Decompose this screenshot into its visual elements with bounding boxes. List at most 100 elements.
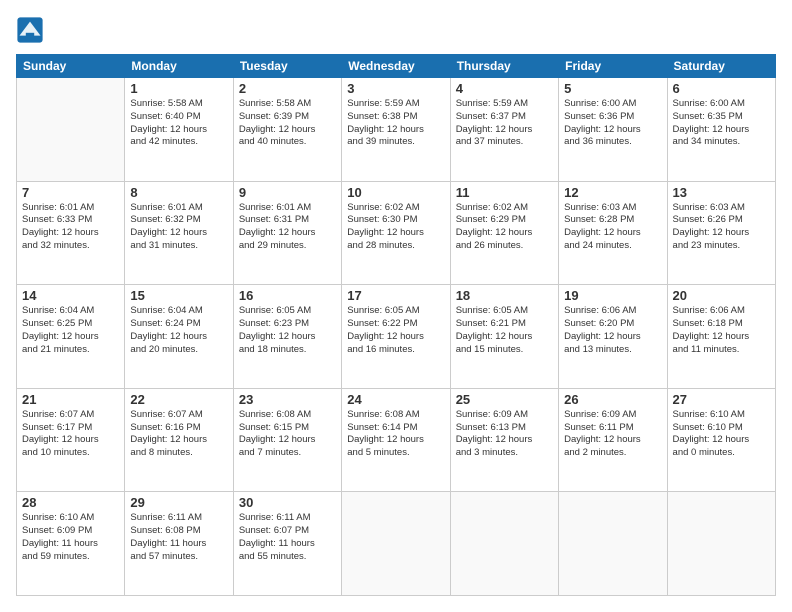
calendar-cell: 23 Sunrise: 6:08 AM Sunset: 6:15 PM Dayli… bbox=[233, 388, 341, 492]
calendar-cell: 19 Sunrise: 6:06 AM Sunset: 6:20 PM Dayli… bbox=[559, 285, 667, 389]
calendar-week-2: 7 Sunrise: 6:01 AM Sunset: 6:33 PM Daylig… bbox=[17, 181, 776, 285]
day-info: Sunrise: 6:06 AM Sunset: 6:18 PM Dayligh… bbox=[673, 305, 770, 356]
calendar-cell: 3Sunrise: 5:59 AM Sunset: 6:38 PM Daylig… bbox=[342, 78, 450, 182]
calendar-cell: 27 Sunrise: 6:10 AM Sunset: 6:10 PM Dayli… bbox=[667, 388, 775, 492]
day-number: 6 bbox=[673, 81, 770, 96]
weekday-header-wednesday: Wednesday bbox=[342, 55, 450, 78]
calendar-cell: 29 Sunrise: 6:11 AM Sunset: 6:08 PM Dayli… bbox=[125, 492, 233, 596]
calendar-cell: 8 Sunrise: 6:01 AM Sunset: 6:32 PM Daylig… bbox=[125, 181, 233, 285]
day-number: 16 bbox=[239, 288, 336, 303]
calendar-cell: 16Sunrise: 6:05 AM Sunset: 6:23 PM Dayli… bbox=[233, 285, 341, 389]
day-number: 13 bbox=[673, 185, 770, 200]
calendar-week-1: 1 Sunrise: 5:58 AM Sunset: 6:40 PM Daylig… bbox=[17, 78, 776, 182]
day-number: 17 bbox=[347, 288, 444, 303]
day-info: Sunrise: 6:01 AM Sunset: 6:33 PM Dayligh… bbox=[22, 202, 119, 253]
calendar-cell bbox=[667, 492, 775, 596]
day-number: 14 bbox=[22, 288, 119, 303]
day-number: 28 bbox=[22, 495, 119, 510]
day-info: Sunrise: 6:09 AM Sunset: 6:13 PM Dayligh… bbox=[456, 409, 553, 460]
day-number: 10 bbox=[347, 185, 444, 200]
day-info: Sunrise: 6:09 AM Sunset: 6:11 PM Dayligh… bbox=[564, 409, 661, 460]
calendar-week-5: 28 Sunrise: 6:10 AM Sunset: 6:09 PM Dayli… bbox=[17, 492, 776, 596]
calendar-cell: 26Sunrise: 6:09 AM Sunset: 6:11 PM Dayli… bbox=[559, 388, 667, 492]
calendar-cell: 2 Sunrise: 5:58 AM Sunset: 6:39 PM Daylig… bbox=[233, 78, 341, 182]
day-info: Sunrise: 6:11 AM Sunset: 6:08 PM Dayligh… bbox=[130, 512, 227, 563]
day-number: 5 bbox=[564, 81, 661, 96]
day-number: 9 bbox=[239, 185, 336, 200]
weekday-header-monday: Monday bbox=[125, 55, 233, 78]
calendar-cell: 25 Sunrise: 6:09 AM Sunset: 6:13 PM Dayli… bbox=[450, 388, 558, 492]
calendar-header: SundayMondayTuesdayWednesdayThursdayFrid… bbox=[17, 55, 776, 78]
logo-icon bbox=[16, 16, 44, 44]
calendar-cell: 17 Sunrise: 6:05 AM Sunset: 6:22 PM Dayli… bbox=[342, 285, 450, 389]
calendar-cell: 6 Sunrise: 6:00 AM Sunset: 6:35 PM Daylig… bbox=[667, 78, 775, 182]
day-info: Sunrise: 6:10 AM Sunset: 6:10 PM Dayligh… bbox=[673, 409, 770, 460]
day-info: Sunrise: 6:00 AM Sunset: 6:36 PM Dayligh… bbox=[564, 98, 661, 149]
weekday-header-friday: Friday bbox=[559, 55, 667, 78]
calendar-cell: 30Sunrise: 6:11 AM Sunset: 6:07 PM Dayli… bbox=[233, 492, 341, 596]
calendar-cell: 15 Sunrise: 6:04 AM Sunset: 6:24 PM Dayli… bbox=[125, 285, 233, 389]
calendar-table: SundayMondayTuesdayWednesdayThursdayFrid… bbox=[16, 54, 776, 596]
day-number: 2 bbox=[239, 81, 336, 96]
day-info: Sunrise: 6:00 AM Sunset: 6:35 PM Dayligh… bbox=[673, 98, 770, 149]
day-number: 18 bbox=[456, 288, 553, 303]
calendar-cell: 4Sunrise: 5:59 AM Sunset: 6:37 PM Daylig… bbox=[450, 78, 558, 182]
day-info: Sunrise: 6:02 AM Sunset: 6:29 PM Dayligh… bbox=[456, 202, 553, 253]
calendar-cell: 18Sunrise: 6:05 AM Sunset: 6:21 PM Dayli… bbox=[450, 285, 558, 389]
day-number: 7 bbox=[22, 185, 119, 200]
day-number: 21 bbox=[22, 392, 119, 407]
calendar-cell: 14 Sunrise: 6:04 AM Sunset: 6:25 PM Dayli… bbox=[17, 285, 125, 389]
day-info: Sunrise: 6:02 AM Sunset: 6:30 PM Dayligh… bbox=[347, 202, 444, 253]
weekday-header-thursday: Thursday bbox=[450, 55, 558, 78]
weekday-header-saturday: Saturday bbox=[667, 55, 775, 78]
day-info: Sunrise: 6:01 AM Sunset: 6:32 PM Dayligh… bbox=[130, 202, 227, 253]
day-info: Sunrise: 6:07 AM Sunset: 6:17 PM Dayligh… bbox=[22, 409, 119, 460]
day-info: Sunrise: 6:08 AM Sunset: 6:15 PM Dayligh… bbox=[239, 409, 336, 460]
calendar-cell: 22 Sunrise: 6:07 AM Sunset: 6:16 PM Dayli… bbox=[125, 388, 233, 492]
day-info: Sunrise: 5:59 AM Sunset: 6:37 PM Dayligh… bbox=[456, 98, 553, 149]
calendar-body: 1 Sunrise: 5:58 AM Sunset: 6:40 PM Daylig… bbox=[17, 78, 776, 596]
page: SundayMondayTuesdayWednesdayThursdayFrid… bbox=[0, 0, 792, 612]
day-info: Sunrise: 6:06 AM Sunset: 6:20 PM Dayligh… bbox=[564, 305, 661, 356]
calendar-cell bbox=[450, 492, 558, 596]
calendar-cell: 1 Sunrise: 5:58 AM Sunset: 6:40 PM Daylig… bbox=[125, 78, 233, 182]
calendar-cell: 10 Sunrise: 6:02 AM Sunset: 6:30 PM Dayli… bbox=[342, 181, 450, 285]
calendar-cell bbox=[17, 78, 125, 182]
calendar-cell: 13 Sunrise: 6:03 AM Sunset: 6:26 PM Dayli… bbox=[667, 181, 775, 285]
day-number: 29 bbox=[130, 495, 227, 510]
day-number: 15 bbox=[130, 288, 227, 303]
header bbox=[16, 16, 776, 44]
day-number: 24 bbox=[347, 392, 444, 407]
calendar-week-4: 21 Sunrise: 6:07 AM Sunset: 6:17 PM Dayli… bbox=[17, 388, 776, 492]
day-number: 23 bbox=[239, 392, 336, 407]
weekday-row: SundayMondayTuesdayWednesdayThursdayFrid… bbox=[17, 55, 776, 78]
day-number: 22 bbox=[130, 392, 227, 407]
day-info: Sunrise: 6:11 AM Sunset: 6:07 PM Dayligh… bbox=[239, 512, 336, 563]
day-info: Sunrise: 6:10 AM Sunset: 6:09 PM Dayligh… bbox=[22, 512, 119, 563]
day-info: Sunrise: 6:04 AM Sunset: 6:24 PM Dayligh… bbox=[130, 305, 227, 356]
day-info: Sunrise: 6:04 AM Sunset: 6:25 PM Dayligh… bbox=[22, 305, 119, 356]
day-info: Sunrise: 6:07 AM Sunset: 6:16 PM Dayligh… bbox=[130, 409, 227, 460]
calendar-week-3: 14 Sunrise: 6:04 AM Sunset: 6:25 PM Dayli… bbox=[17, 285, 776, 389]
calendar-cell bbox=[559, 492, 667, 596]
day-info: Sunrise: 5:58 AM Sunset: 6:40 PM Dayligh… bbox=[130, 98, 227, 149]
day-number: 19 bbox=[564, 288, 661, 303]
day-number: 12 bbox=[564, 185, 661, 200]
calendar-cell: 11Sunrise: 6:02 AM Sunset: 6:29 PM Dayli… bbox=[450, 181, 558, 285]
weekday-header-sunday: Sunday bbox=[17, 55, 125, 78]
day-info: Sunrise: 6:03 AM Sunset: 6:26 PM Dayligh… bbox=[673, 202, 770, 253]
calendar-cell: 20Sunrise: 6:06 AM Sunset: 6:18 PM Dayli… bbox=[667, 285, 775, 389]
day-info: Sunrise: 5:58 AM Sunset: 6:39 PM Dayligh… bbox=[239, 98, 336, 149]
calendar-cell: 5 Sunrise: 6:00 AM Sunset: 6:36 PM Daylig… bbox=[559, 78, 667, 182]
day-info: Sunrise: 6:03 AM Sunset: 6:28 PM Dayligh… bbox=[564, 202, 661, 253]
weekday-header-tuesday: Tuesday bbox=[233, 55, 341, 78]
day-number: 3 bbox=[347, 81, 444, 96]
calendar-cell: 12 Sunrise: 6:03 AM Sunset: 6:28 PM Dayli… bbox=[559, 181, 667, 285]
day-info: Sunrise: 6:05 AM Sunset: 6:22 PM Dayligh… bbox=[347, 305, 444, 356]
day-number: 8 bbox=[130, 185, 227, 200]
day-number: 1 bbox=[130, 81, 227, 96]
day-number: 25 bbox=[456, 392, 553, 407]
logo bbox=[16, 16, 48, 44]
day-number: 27 bbox=[673, 392, 770, 407]
calendar-cell: 28 Sunrise: 6:10 AM Sunset: 6:09 PM Dayli… bbox=[17, 492, 125, 596]
